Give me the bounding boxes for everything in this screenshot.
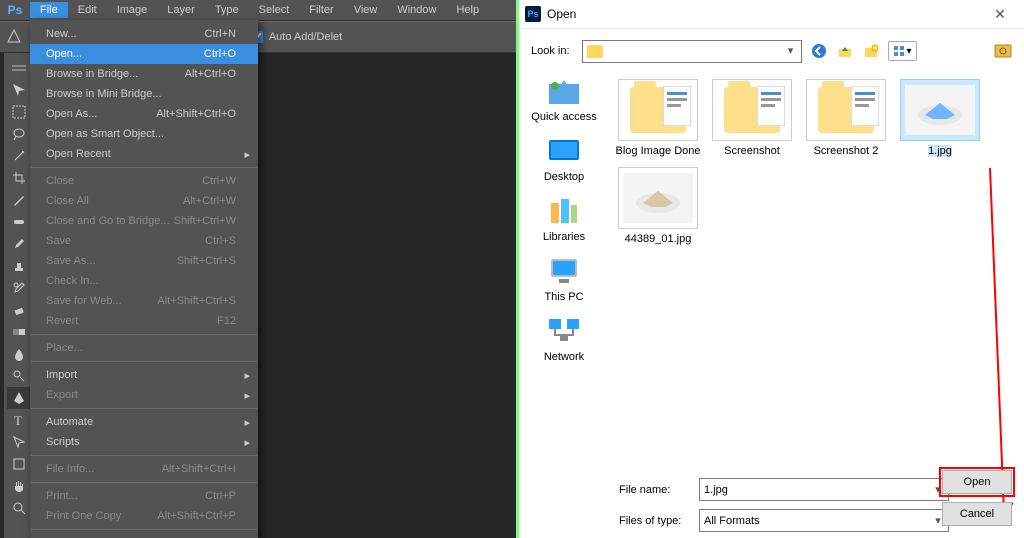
stamp-tool[interactable] xyxy=(7,255,31,277)
menu-file[interactable]: File xyxy=(30,2,68,18)
menu-layer[interactable]: Layer xyxy=(157,2,205,18)
menu-item-check-in: Check In... xyxy=(30,271,258,291)
menu-item-print: Print...Ctrl+P xyxy=(30,486,258,506)
up-folder-icon[interactable] xyxy=(836,42,854,60)
menu-window[interactable]: Window xyxy=(387,2,446,18)
close-button[interactable]: ✕ xyxy=(980,1,1020,27)
file-item[interactable]: Screenshot xyxy=(709,79,795,157)
eyedropper-tool[interactable] xyxy=(7,189,31,211)
places-bar: Quick access Desktop Libraries This PC N… xyxy=(519,73,609,472)
file-item[interactable]: Blog Image Done xyxy=(615,79,701,157)
open-button[interactable]: Open xyxy=(942,470,1012,494)
gradient-tool[interactable] xyxy=(7,321,31,343)
menu-item-close: CloseCtrl+W xyxy=(30,171,258,191)
lasso-tool[interactable] xyxy=(7,123,31,145)
brush-tool[interactable] xyxy=(7,233,31,255)
open-dialog: Ps Open ✕ Look in: ▾ ▾ xyxy=(519,0,1024,538)
grip-icon xyxy=(7,57,31,79)
place-this-pc[interactable]: This PC xyxy=(544,255,583,303)
vault-icon[interactable] xyxy=(994,42,1012,60)
pen-tool-icon xyxy=(6,28,24,46)
auto-add-delete-checkbox[interactable]: Auto Add/Delet xyxy=(247,28,342,46)
lookin-select[interactable]: ▾ xyxy=(582,40,802,63)
zoom-tool[interactable] xyxy=(7,497,31,519)
ps-app-icon: Ps xyxy=(525,6,541,22)
menu-item-automate[interactable]: Automate xyxy=(30,412,258,432)
menu-image[interactable]: Image xyxy=(107,2,158,18)
filetype-select[interactable]: All Formats ▾ xyxy=(699,509,949,532)
menu-type[interactable]: Type xyxy=(205,2,249,18)
menu-item-open[interactable]: Open...Ctrl+O xyxy=(30,44,258,64)
eraser-tool[interactable] xyxy=(7,299,31,321)
menu-view[interactable]: View xyxy=(344,2,388,18)
menu-item-revert: RevertF12 xyxy=(30,311,258,331)
menu-item-import[interactable]: Import xyxy=(30,365,258,385)
menubar: Ps FileEditImageLayerTypeSelectFilterVie… xyxy=(0,0,516,21)
file-item[interactable]: Screenshot 2 xyxy=(803,79,889,157)
menu-item-close-all: Close AllAlt+Ctrl+W xyxy=(30,191,258,211)
menu-item-browse-in-mini-bridge[interactable]: Browse in Mini Bridge... xyxy=(30,84,258,104)
file-item[interactable]: 44389_01.jpg xyxy=(615,167,701,245)
svg-text:T: T xyxy=(14,413,22,427)
menu-item-save-for-web: Save for Web...Alt+Shift+Ctrl+S xyxy=(30,291,258,311)
path-select-tool[interactable] xyxy=(7,431,31,453)
crop-tool[interactable] xyxy=(7,167,31,189)
heal-tool[interactable] xyxy=(7,211,31,233)
chevron-down-icon: ▾ xyxy=(907,46,912,57)
ps-logo: Ps xyxy=(0,0,30,20)
back-icon[interactable] xyxy=(810,42,828,60)
menu-item-place: Place... xyxy=(30,338,258,358)
new-folder-icon[interactable] xyxy=(862,42,880,60)
file-menu-dropdown: New...Ctrl+NOpen...Ctrl+OBrowse in Bridg… xyxy=(30,20,258,538)
history-brush-tool[interactable] xyxy=(7,277,31,299)
dodge-tool[interactable] xyxy=(7,365,31,387)
marquee-tool[interactable] xyxy=(7,101,31,123)
menu-item-save-as: Save As...Shift+Ctrl+S xyxy=(30,251,258,271)
menu-item-new[interactable]: New...Ctrl+N xyxy=(30,24,258,44)
blur-tool[interactable] xyxy=(7,343,31,365)
menu-select[interactable]: Select xyxy=(249,2,300,18)
place-libraries[interactable]: Libraries xyxy=(543,195,585,243)
place-network[interactable]: Network xyxy=(544,315,584,363)
folder-icon xyxy=(587,45,603,58)
file-list[interactable]: Blog Image DoneScreenshotScreenshot 21.j… xyxy=(609,73,1024,472)
wand-tool[interactable] xyxy=(7,145,31,167)
hand-tool[interactable] xyxy=(7,475,31,497)
move-tool[interactable] xyxy=(7,79,31,101)
menu-item-file-info: File Info...Alt+Shift+Ctrl+I xyxy=(30,459,258,479)
lookin-label: Look in: xyxy=(531,45,570,57)
menu-item-browse-in-bridge[interactable]: Browse in Bridge...Alt+Ctrl+O xyxy=(30,64,258,84)
menu-item-scripts[interactable]: Scripts xyxy=(30,432,258,452)
views-menu[interactable]: ▾ xyxy=(888,41,917,61)
pen-tool[interactable] xyxy=(7,387,31,409)
chevron-down-icon: ▾ xyxy=(783,43,799,59)
file-item[interactable]: 1.jpg xyxy=(897,79,983,157)
filetype-label: Files of type: xyxy=(619,515,689,527)
menu-item-exit[interactable]: ExitCtrl+Q xyxy=(30,533,258,538)
menu-help[interactable]: Help xyxy=(446,2,489,18)
shape-tool[interactable] xyxy=(7,453,31,475)
auto-add-delete-label: Auto Add/Delet xyxy=(269,31,342,43)
menu-item-open-recent[interactable]: Open Recent xyxy=(30,144,258,164)
menu-item-open-as-smart-object[interactable]: Open as Smart Object... xyxy=(30,124,258,144)
cancel-button[interactable]: Cancel xyxy=(942,502,1012,526)
type-tool[interactable]: T xyxy=(7,409,31,431)
menu-item-close-and-go-to-bridge: Close and Go to Bridge...Shift+Ctrl+W xyxy=(30,211,258,231)
menu-edit[interactable]: Edit xyxy=(68,2,107,18)
menu-item-save: SaveCtrl+S xyxy=(30,231,258,251)
menu-item-print-one-copy: Print One CopyAlt+Shift+Ctrl+P xyxy=(30,506,258,526)
place-desktop[interactable]: Desktop xyxy=(544,135,584,183)
menu-item-open-as[interactable]: Open As...Alt+Shift+Ctrl+O xyxy=(30,104,258,124)
place-quick-access[interactable]: Quick access xyxy=(531,75,596,123)
dialog-title: Open xyxy=(547,7,576,21)
dialog-titlebar: Ps Open ✕ xyxy=(519,0,1024,29)
menu-item-export: Export xyxy=(30,385,258,405)
menu-filter[interactable]: Filter xyxy=(299,2,343,18)
filename-input[interactable]: 1.jpg ▾ xyxy=(699,478,949,501)
filename-label: File name: xyxy=(619,484,689,496)
